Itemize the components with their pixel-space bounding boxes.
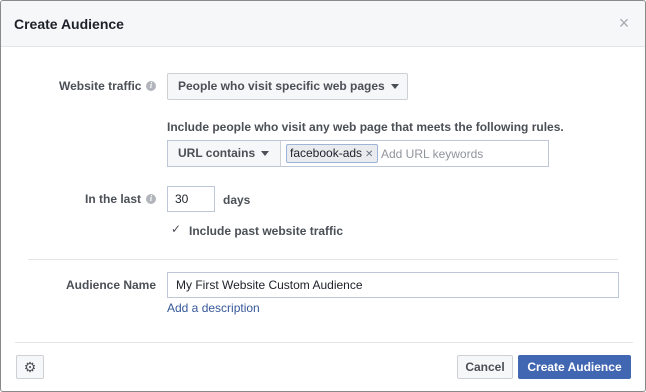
url-rule-box: URL contains facebook-ads ✕ bbox=[167, 140, 549, 167]
website-traffic-dropdown[interactable]: People who visit specific web pages bbox=[167, 73, 408, 100]
remove-token-icon[interactable]: ✕ bbox=[365, 149, 373, 160]
url-rule-type-dropdown[interactable]: URL contains bbox=[168, 141, 281, 166]
include-past-traffic-label: Include past website traffic bbox=[189, 224, 344, 238]
create-audience-button[interactable]: Create Audience bbox=[518, 355, 631, 379]
dialog-header: Create Audience × bbox=[1, 1, 645, 47]
section-divider bbox=[28, 259, 618, 260]
close-icon[interactable]: × bbox=[616, 14, 632, 32]
chevron-down-icon bbox=[261, 151, 270, 157]
footer-divider bbox=[15, 342, 633, 343]
audience-name-label: Audience Name bbox=[66, 278, 157, 292]
url-keyword-token-label: facebook-ads bbox=[290, 146, 363, 160]
website-traffic-dropdown-value: People who visit specific web pages bbox=[178, 79, 385, 93]
website-traffic-info-icon[interactable]: i bbox=[146, 81, 156, 91]
add-description-link[interactable]: Add a description bbox=[167, 301, 260, 315]
settings-button[interactable]: ⚙ bbox=[16, 355, 44, 379]
chevron-down-icon bbox=[390, 84, 399, 90]
url-rule-type-label: URL contains bbox=[178, 146, 256, 160]
in-the-last-label: In the last bbox=[85, 192, 142, 206]
create-audience-dialog: Create Audience × Website traffic i Peop… bbox=[0, 0, 646, 392]
gear-icon: ⚙ bbox=[23, 359, 37, 375]
retention-days-input[interactable] bbox=[167, 186, 215, 212]
dialog-title: Create Audience bbox=[14, 16, 124, 32]
audience-name-input[interactable] bbox=[167, 272, 619, 298]
cancel-button[interactable]: Cancel bbox=[457, 355, 513, 379]
rule-description: Include people who visit any web page th… bbox=[167, 120, 564, 134]
website-traffic-label: Website traffic bbox=[59, 79, 142, 93]
retention-info-icon[interactable]: i bbox=[146, 194, 156, 204]
url-keywords-input[interactable] bbox=[381, 146, 541, 162]
days-unit-label: days bbox=[223, 193, 251, 207]
url-keyword-token: facebook-ads ✕ bbox=[286, 144, 379, 163]
include-past-traffic-checkbox[interactable]: ✓ bbox=[169, 222, 183, 236]
